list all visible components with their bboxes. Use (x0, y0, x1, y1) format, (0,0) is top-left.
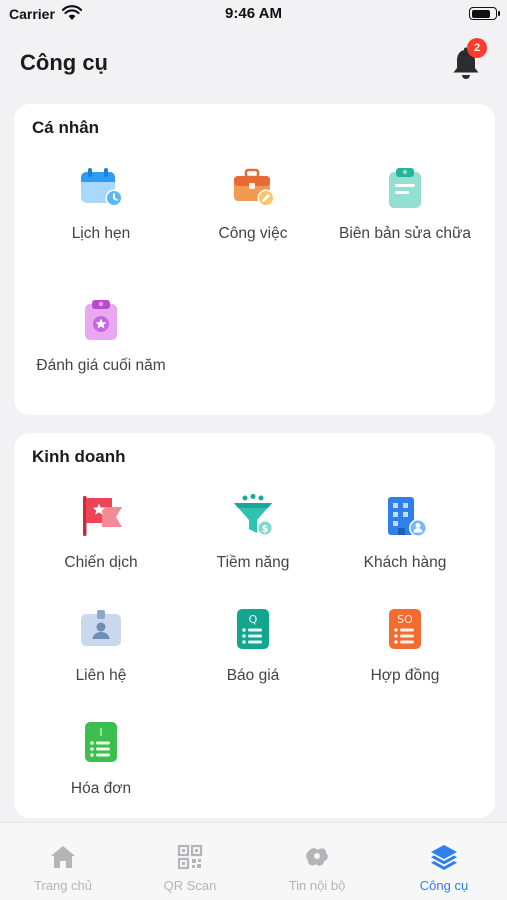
tool-quotes[interactable]: Q Báo giá (178, 606, 328, 686)
flag-icon (83, 496, 122, 536)
tab-label: Công cụ (419, 878, 469, 893)
quote-doc-icon: Q (237, 609, 269, 649)
tool-label: Báo giá (226, 667, 280, 684)
contract-doc-icon: SO (389, 609, 421, 649)
clock-time: 9:46 AM (225, 5, 282, 22)
section-title: Kinh doanh (32, 447, 126, 466)
tab-bar: Trang chủ QR Scan Tin nội bộ Công cụ (0, 822, 507, 900)
tab-label: Trang chủ (33, 878, 93, 893)
doc-glyph: I (99, 726, 102, 739)
home-icon (51, 846, 75, 868)
qr-icon (177, 844, 203, 870)
svg-text:$: $ (262, 524, 269, 535)
tool-label: Hợp đồng (370, 667, 440, 684)
tool-customers[interactable]: Khách hàng (330, 493, 480, 573)
battery-icon (469, 7, 500, 20)
news-icon (306, 848, 328, 866)
tool-label: Công việc (218, 225, 288, 242)
page-title: Công cụ (20, 50, 108, 75)
section-personal: Cá nhân Lịch hẹn Công việc Biên bản sửa … (14, 104, 495, 415)
tab-news[interactable]: Tin nội bộ (254, 823, 380, 900)
tool-label: Biên bản sửa chữa (339, 225, 471, 242)
layers-icon (431, 845, 457, 870)
building-icon (388, 497, 427, 537)
section-title: Cá nhân (32, 118, 100, 137)
tool-contacts[interactable]: Liên hệ (26, 606, 176, 686)
tool-label: Lịch hẹn (71, 225, 131, 242)
tool-label: Khách hàng (363, 554, 447, 571)
clipboard-star-icon (85, 300, 117, 340)
tool-repair-report[interactable]: Biên bản sửa chữa (330, 164, 480, 244)
tool-calendar[interactable]: Lịch hẹn (26, 164, 176, 244)
doc-glyph: SO (397, 613, 413, 626)
tool-year-end-review[interactable]: Đánh giá cuối năm (26, 296, 176, 376)
tab-label: Tin nội bộ (288, 878, 346, 893)
tool-label: Tiềm năng (216, 554, 290, 571)
calendar-icon (81, 168, 123, 207)
clipboard-icon (389, 168, 421, 208)
tool-label: Chiến dịch (64, 554, 138, 571)
header: Công cụ (0, 40, 507, 90)
tab-qr-scan[interactable]: QR Scan (127, 823, 253, 900)
tool-label: Liên hệ (75, 667, 127, 684)
tab-tools[interactable]: Công cụ (381, 823, 507, 900)
invoice-doc-icon: I (85, 722, 117, 762)
tool-label: Đánh giá cuối năm (36, 357, 166, 374)
id-card-icon (81, 610, 121, 646)
tool-contracts[interactable]: SO Hợp đồng (330, 606, 480, 686)
tab-label: QR Scan (163, 878, 217, 893)
funnel-icon: $ (234, 494, 273, 536)
tool-invoices[interactable]: I Hóa đơn (26, 719, 176, 799)
tool-campaign[interactable]: Chiến dịch (26, 493, 176, 573)
battery-fill (471, 9, 491, 18)
tool-tasks[interactable]: Công việc (178, 164, 328, 244)
briefcase-icon (234, 168, 275, 207)
doc-glyph: Q (249, 613, 258, 626)
section-business: Kinh doanh Chiến dịch $ Tiềm năng Khách … (14, 433, 495, 818)
tool-label: Hóa đơn (70, 780, 132, 797)
notification-badge: 2 (467, 38, 487, 58)
tool-prospects[interactable]: $ Tiềm năng (178, 493, 328, 573)
status-bar: Carrier 9:46 AM (0, 0, 507, 28)
tab-home[interactable]: Trang chủ (0, 823, 126, 900)
